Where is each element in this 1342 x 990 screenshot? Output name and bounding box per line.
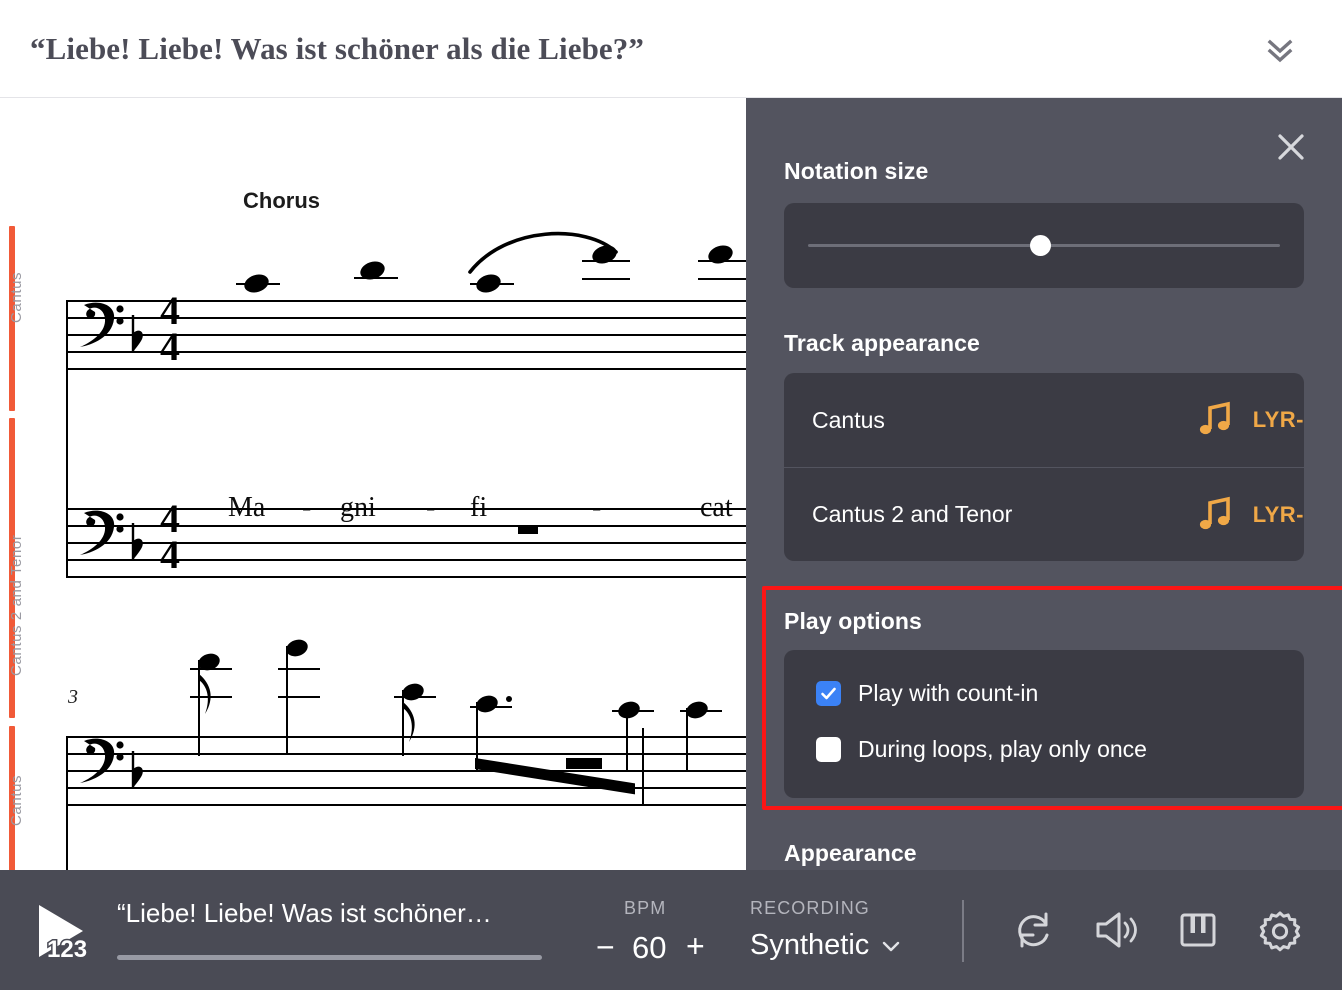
track-label-cantus2-tenor: Cantus 2 and Tenor — [8, 534, 25, 676]
option-during-loops-play-only-once[interactable]: During loops, play only once — [816, 736, 1147, 763]
piano-keyboard-button[interactable] — [1172, 904, 1224, 956]
settings-gear-button[interactable] — [1254, 904, 1306, 956]
close-icon — [1278, 134, 1304, 160]
volume-button[interactable] — [1090, 904, 1142, 956]
time-signature-top: 4 — [160, 288, 180, 333]
section-label-chorus: Chorus — [243, 188, 320, 213]
staff-system-1: 4 4 — [66, 231, 746, 468]
whole-rest-icon — [518, 525, 538, 534]
recording-select[interactable]: Synthetic — [750, 929, 902, 962]
page-title: “Liebe! Liebe! Was ist schöner als die L… — [30, 30, 644, 66]
music-note-icon[interactable] — [1197, 496, 1235, 534]
flat-accidental-icon — [131, 751, 143, 789]
close-panel-button[interactable] — [1272, 128, 1310, 166]
track-row-label: Cantus — [812, 406, 885, 433]
recording-caption: RECORDING — [750, 898, 870, 918]
option-play-with-count-in[interactable]: Play with count-in — [816, 680, 1038, 707]
notation-size-heading: Notation size — [784, 158, 929, 184]
track-appearance-card: Cantus LYR- Cantus 2 and Tenor LYR- — [784, 373, 1304, 561]
flat-accidental-icon — [131, 523, 143, 561]
option-label: During loops, play only once — [858, 736, 1147, 762]
recording-value: Synthetic — [750, 929, 870, 961]
track-row-lyrics-tag[interactable]: LYR- — [1253, 502, 1304, 528]
now-playing-title: “Liebe! Liebe! Was ist schöner… — [117, 898, 492, 928]
track-appearance-heading: Track appearance — [784, 330, 980, 356]
checkbox-checked-icon[interactable] — [816, 681, 841, 706]
notehead — [616, 698, 642, 722]
chevron-down-icon — [883, 941, 900, 951]
slur-icon — [468, 231, 618, 274]
track-row-lyrics-tag[interactable]: LYR- — [1253, 407, 1304, 433]
notehead — [705, 242, 736, 267]
appearance-heading: Appearance — [784, 840, 917, 866]
volume-icon — [1096, 912, 1137, 948]
time-signature-bottom: 4 — [160, 324, 180, 369]
piano-keyboard-icon — [1180, 913, 1216, 947]
app-header: “Liebe! Liebe! Was ist schöner als die L… — [0, 0, 1342, 98]
measure-number: 3 — [68, 686, 78, 708]
toolbar-divider — [962, 900, 964, 962]
loop-icon — [1018, 912, 1049, 948]
track-label-cantus-2: Cantus — [8, 774, 25, 826]
track-row-cantus[interactable]: Cantus LYR- — [784, 373, 1304, 467]
bpm-increase-button[interactable]: + — [686, 928, 705, 965]
play-button[interactable]: 123 — [25, 895, 95, 965]
staff-system-2: 4 4 — [66, 398, 746, 580]
playback-progress-bar[interactable] — [117, 955, 542, 960]
staff-system-3 — [66, 636, 746, 870]
notehead — [241, 271, 272, 296]
double-chevron-down-icon — [1267, 39, 1293, 62]
play-options-card: Play with count-in During loops, play on… — [784, 650, 1304, 798]
eighth-flag-icon — [199, 674, 211, 714]
loop-button[interactable] — [1008, 904, 1060, 956]
notation-size-card — [784, 203, 1304, 288]
bass-clef-icon — [80, 510, 124, 555]
count-in-badge: 123 — [47, 936, 87, 963]
settings-panel: Notation size Track appearance Cantus LY… — [746, 98, 1342, 870]
collapse-header-button[interactable] — [1254, 23, 1306, 75]
time-signature-top: 4 — [160, 496, 180, 541]
bpm-value: 60 — [632, 930, 667, 965]
bpm-caption: BPM — [624, 898, 667, 918]
bass-clef-icon — [80, 302, 124, 347]
score-view[interactable]: Chorus Cantus 4 4 Ma gni fi cat Cantus 2… — [0, 98, 746, 870]
play-options-heading: Play options — [784, 608, 922, 634]
gear-icon — [1259, 911, 1301, 952]
eighth-flag-icon — [403, 702, 415, 742]
option-label: Play with count-in — [858, 680, 1039, 706]
flat-accidental-icon — [131, 315, 143, 353]
bpm-decrease-button[interactable]: − — [596, 929, 615, 966]
track-row-label: Cantus 2 and Tenor — [812, 501, 1013, 527]
bass-clef-icon — [80, 738, 124, 783]
checkbox-unchecked-icon[interactable] — [816, 737, 841, 762]
track-row-cantus2-tenor[interactable]: Cantus 2 and Tenor LYR- — [784, 468, 1304, 561]
notation-size-slider-thumb[interactable] — [1030, 235, 1051, 256]
track-label-cantus-1: Cantus — [8, 271, 25, 323]
time-signature-bottom: 4 — [160, 532, 180, 577]
music-note-icon[interactable] — [1197, 401, 1235, 439]
